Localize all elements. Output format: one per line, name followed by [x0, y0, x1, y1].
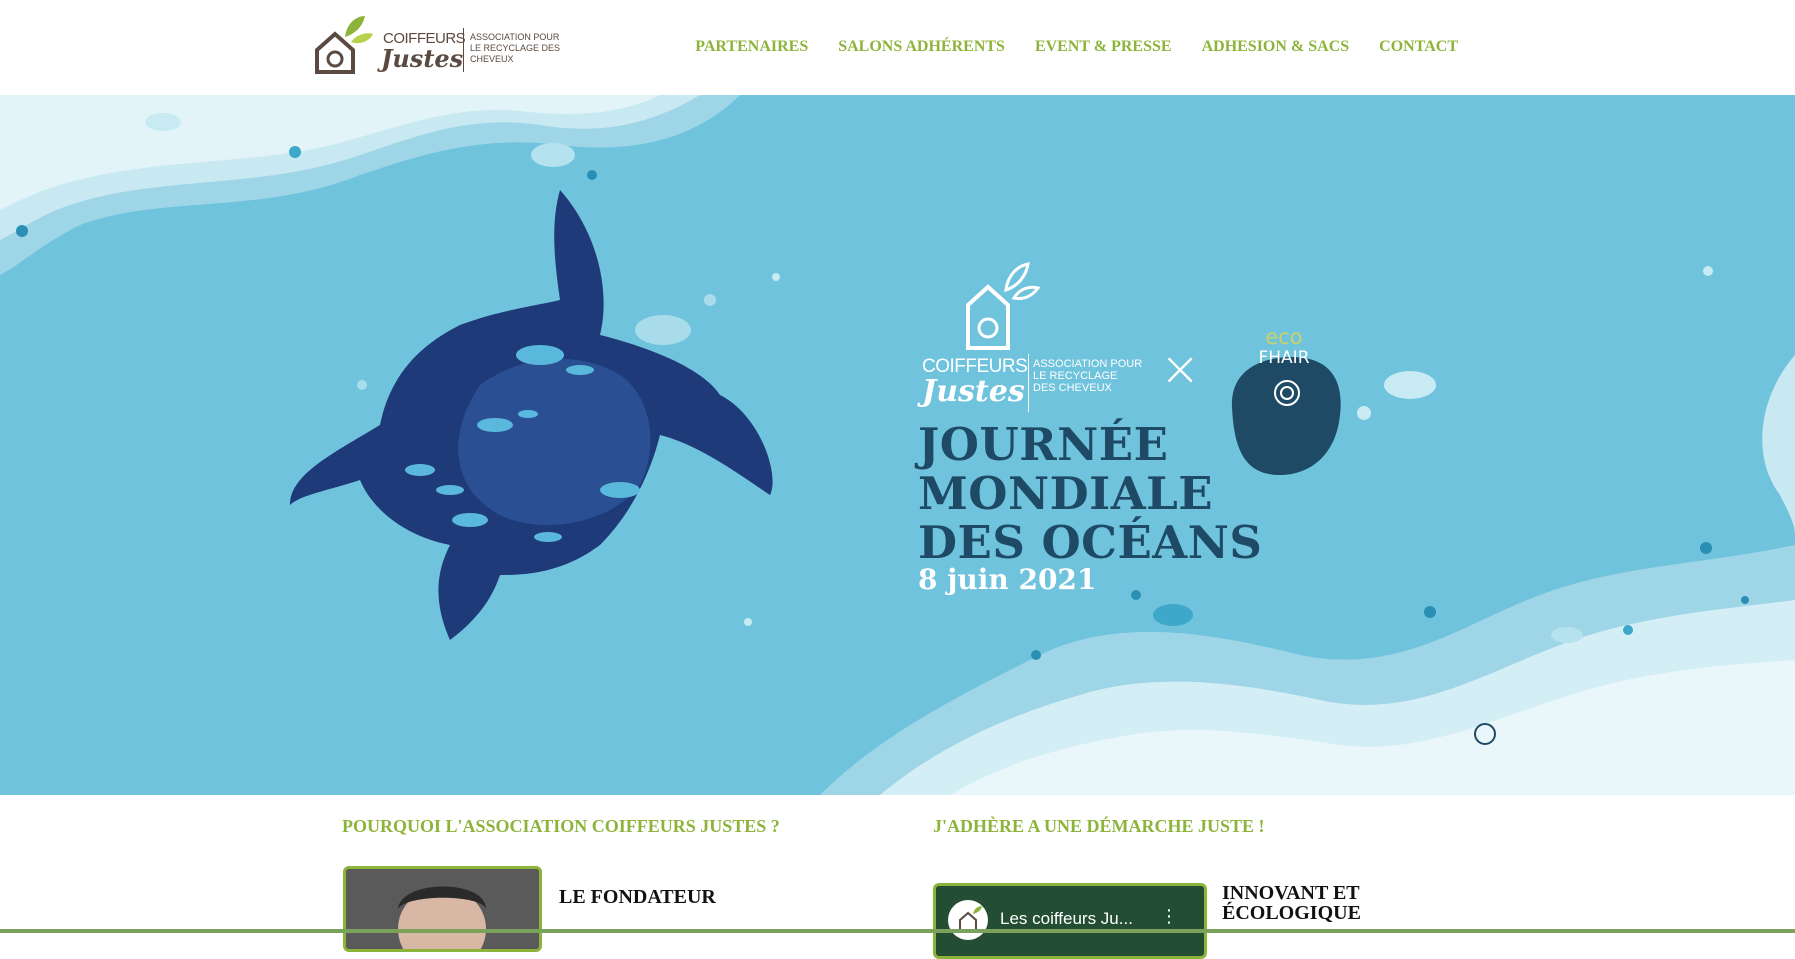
why-association-heading: POURQUOI L'ASSOCIATION COIFFEURS JUSTES … [342, 816, 780, 836]
hero-logo-line2: Justes [922, 374, 1025, 409]
hero-logo-tagline: ASSOCIATION POUR LE RECYCLAGE DES CHEVEU… [1033, 358, 1143, 394]
more-vert-icon[interactable]: ⋮ [1160, 906, 1178, 927]
ocean-illustration [0, 95, 1795, 795]
innovative-line1: INNOVANT ET [1222, 882, 1360, 904]
hero-banner[interactable]: COIFFEURS Justes ASSOCIATION POUR LE REC… [0, 95, 1795, 795]
logo-divider [463, 28, 464, 72]
site-header: COIFFEURS Justes ASSOCIATION POUR LE REC… [0, 0, 1795, 95]
youtube-video-embed[interactable]: Les coiffeurs Ju... ⋮ [933, 883, 1207, 959]
house-leaf-icon [966, 262, 1040, 350]
logo-brand-line2: Justes [381, 44, 464, 73]
site-logo[interactable]: COIFFEURS Justes ASSOCIATION POUR LE REC… [315, 12, 565, 78]
ecofhair-logo-eco: eco [1265, 325, 1303, 349]
hero-title-line3: DES OCÉANS [918, 516, 1263, 569]
house-leaf-icon [315, 16, 373, 74]
hero-date: 8 juin 2021 [918, 563, 1097, 596]
bottom-divider [0, 929, 1795, 933]
innovative-line2: ÉCOLOGIQUE [1222, 902, 1361, 924]
partnership-cross: × [1160, 341, 1201, 397]
ecofhair-logo-fhair: FHAIR [1258, 348, 1310, 368]
nav-partenaires[interactable]: PARTENAIRES [695, 38, 808, 56]
founder-photo [343, 866, 542, 952]
nav-adhesion-sacs[interactable]: ADHESION & SACS [1202, 38, 1350, 56]
nav-contact[interactable]: CONTACT [1379, 38, 1458, 56]
channel-avatar [948, 900, 988, 940]
nav-salons-adherents[interactable]: SALONS ADHÉRENTS [838, 38, 1005, 56]
innovative-heading: INNOVANT ET ÉCOLOGIQUE [1222, 883, 1382, 923]
founder-title: LE FONDATEUR [559, 886, 716, 908]
hero-logo-divider [1028, 354, 1029, 412]
hero-title: JOURNÉE MONDIALE DES OCÉANS [918, 420, 1262, 567]
main-nav: PARTENAIRES SALONS ADHÉRENTS EVENT & PRE… [695, 38, 1458, 56]
hero-coiffeurs-justes-logo: COIFFEURS Justes ASSOCIATION POUR LE REC… [920, 260, 1142, 412]
hero-title-line2: MONDIALE [918, 467, 1214, 520]
join-heading: J'ADHÈRE A UNE DÉMARCHE JUSTE ! [933, 816, 1265, 836]
video-title[interactable]: Les coiffeurs Ju... [1000, 909, 1133, 929]
hero-title-line1: JOURNÉE [918, 418, 1169, 471]
logo-tagline: ASSOCIATION POUR LE RECYCLAGE DES CHEVEU… [470, 32, 561, 64]
house-leaf-icon [959, 906, 982, 932]
founder-portrait [346, 869, 539, 949]
nav-event-presse[interactable]: EVENT & PRESSE [1035, 38, 1172, 56]
